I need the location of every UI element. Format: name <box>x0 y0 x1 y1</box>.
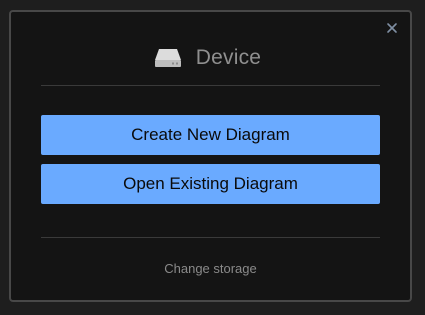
close-icon[interactable] <box>386 22 398 34</box>
hard-drive-icon <box>154 48 182 68</box>
create-new-diagram-button[interactable]: Create New Diagram <box>41 115 380 155</box>
open-existing-diagram-button[interactable]: Open Existing Diagram <box>41 164 380 204</box>
dialog-header: Device <box>11 44 410 72</box>
footer-divider <box>41 237 380 238</box>
dialog-title: Device <box>195 46 262 69</box>
storage-dialog: Device Create New Diagram Open Existing … <box>9 10 412 302</box>
change-storage-link[interactable]: Change storage <box>11 261 410 276</box>
header-divider <box>41 85 380 86</box>
